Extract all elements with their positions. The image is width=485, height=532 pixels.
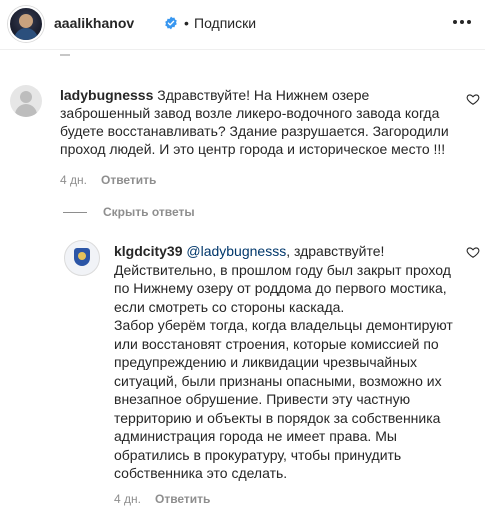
- reply-text: klgdcity39 @ladybugnesss, здравствуйте! …: [114, 242, 454, 483]
- avatar-head: [20, 91, 32, 103]
- account-avatar[interactable]: [8, 6, 44, 42]
- comment-meta: 4 дн. Ответить: [60, 173, 156, 187]
- following-button[interactable]: Подписки: [194, 15, 256, 31]
- previous-comment-edge: [60, 54, 140, 60]
- avatar-body: [15, 104, 37, 117]
- more-options-icon[interactable]: [450, 10, 474, 34]
- hide-replies-divider: [63, 212, 87, 213]
- reply-mention[interactable]: @ladybugnesss: [186, 243, 286, 259]
- reply-paragraph-1: Действительно, в прошлом году был закрыт…: [114, 261, 451, 315]
- avatar-face: [19, 14, 33, 28]
- header-separator: •: [184, 15, 189, 31]
- reply-paragraph-2: Забор уберём тогда, когда владельцы демо…: [114, 317, 453, 481]
- account-username[interactable]: aaalikhanov: [54, 15, 134, 31]
- comment-time[interactable]: 4 дн.: [60, 173, 87, 187]
- heart-outline-icon[interactable]: [466, 245, 480, 259]
- comment-text: ladybugnesss Здравствуйте! На Нижнем озе…: [60, 86, 450, 158]
- city-emblem-crest: [78, 252, 86, 260]
- reply-author[interactable]: klgdcity39: [114, 243, 182, 259]
- post-header: aaalikhanov • Подписки: [0, 0, 485, 50]
- reply-meta: 4 дн. Ответить: [114, 492, 210, 506]
- reply-greeting: , здравствуйте!: [286, 243, 385, 259]
- reply-reply-button[interactable]: Ответить: [155, 492, 210, 506]
- avatar-shoulders: [14, 28, 38, 40]
- commenter-avatar[interactable]: [10, 85, 42, 117]
- reply-time[interactable]: 4 дн.: [114, 492, 141, 506]
- hide-replies-button[interactable]: Скрыть ответы: [103, 205, 195, 219]
- replier-avatar[interactable]: [64, 240, 100, 276]
- comment-author[interactable]: ladybugnesss: [60, 87, 153, 103]
- heart-outline-icon[interactable]: [466, 92, 480, 106]
- comment-reply-button[interactable]: Ответить: [101, 173, 156, 187]
- verified-badge-icon: [165, 16, 177, 30]
